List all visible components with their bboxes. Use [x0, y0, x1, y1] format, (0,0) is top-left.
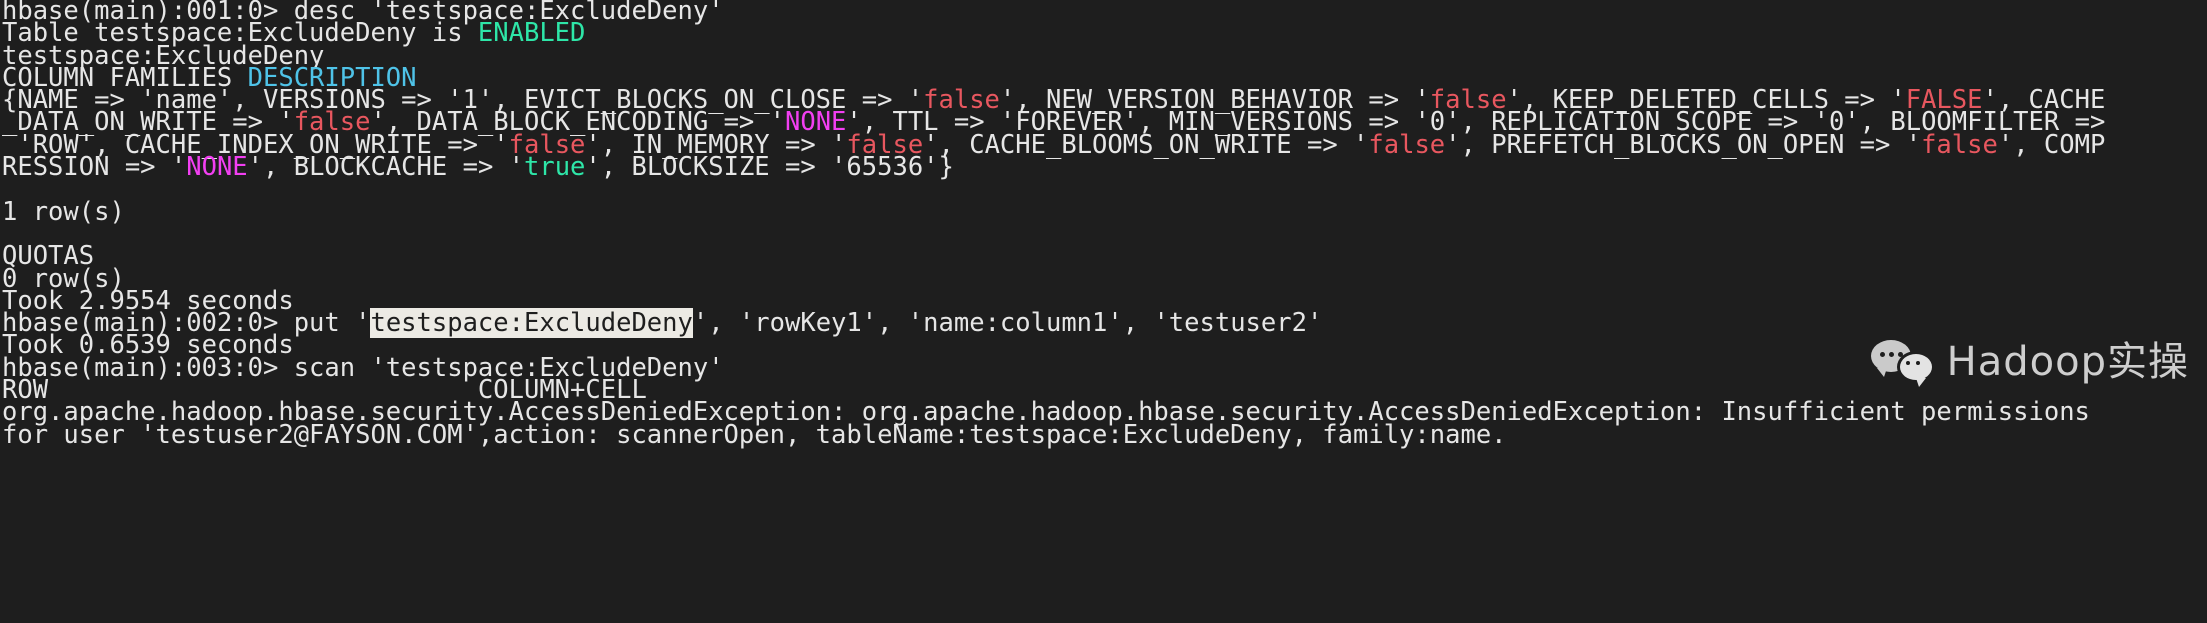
text-segment: ', COMP	[1997, 129, 2106, 160]
text-segment: ', PREFETCH_BLOCKS_ON_OPEN => '	[1445, 129, 1922, 160]
line-15-prompt-put: hbase(main):002:0> put 'testspace:Exclud…	[2, 308, 2105, 339]
terminal-window[interactable]: hbase(main):001:0> desc 'testspace:Exclu…	[0, 0, 2207, 623]
line-12-quotas-header: QUOTAS	[2, 244, 2105, 270]
line-10-row-count: 1 row(s)	[2, 199, 2105, 225]
selected-text[interactable]: testspace:ExcludeDeny	[370, 308, 693, 339]
text-segment: 1 row(s)	[2, 196, 125, 227]
text-segment: ', BLOCKSIZE => '65536'}	[585, 152, 954, 183]
line-11-blank	[2, 223, 2105, 245]
text-segment: ', 'rowKey1', 'name:column1', 'testuser2…	[692, 308, 1323, 339]
terminal-output: hbase(main):001:0> desc 'testspace:Exclu…	[2, 0, 2106, 447]
text-segment: RESSION => '	[2, 152, 187, 183]
text-segment: ', BLOCKCACHE => '	[247, 152, 524, 183]
line-13-quotas-row-count: 0 row(s)	[2, 266, 2105, 292]
text-segment: false	[1921, 129, 1998, 160]
text-segment: for user 'testuser2@FAYSON.COM',action: …	[2, 419, 1507, 450]
text-segment: ', CACHE_BLOOMS_ON_WRITE => '	[923, 129, 1369, 160]
text-segment: NONE	[186, 152, 248, 183]
text-segment: ENABLED	[477, 18, 586, 49]
text-segment: false	[1368, 129, 1446, 160]
text-segment: true	[524, 152, 586, 183]
